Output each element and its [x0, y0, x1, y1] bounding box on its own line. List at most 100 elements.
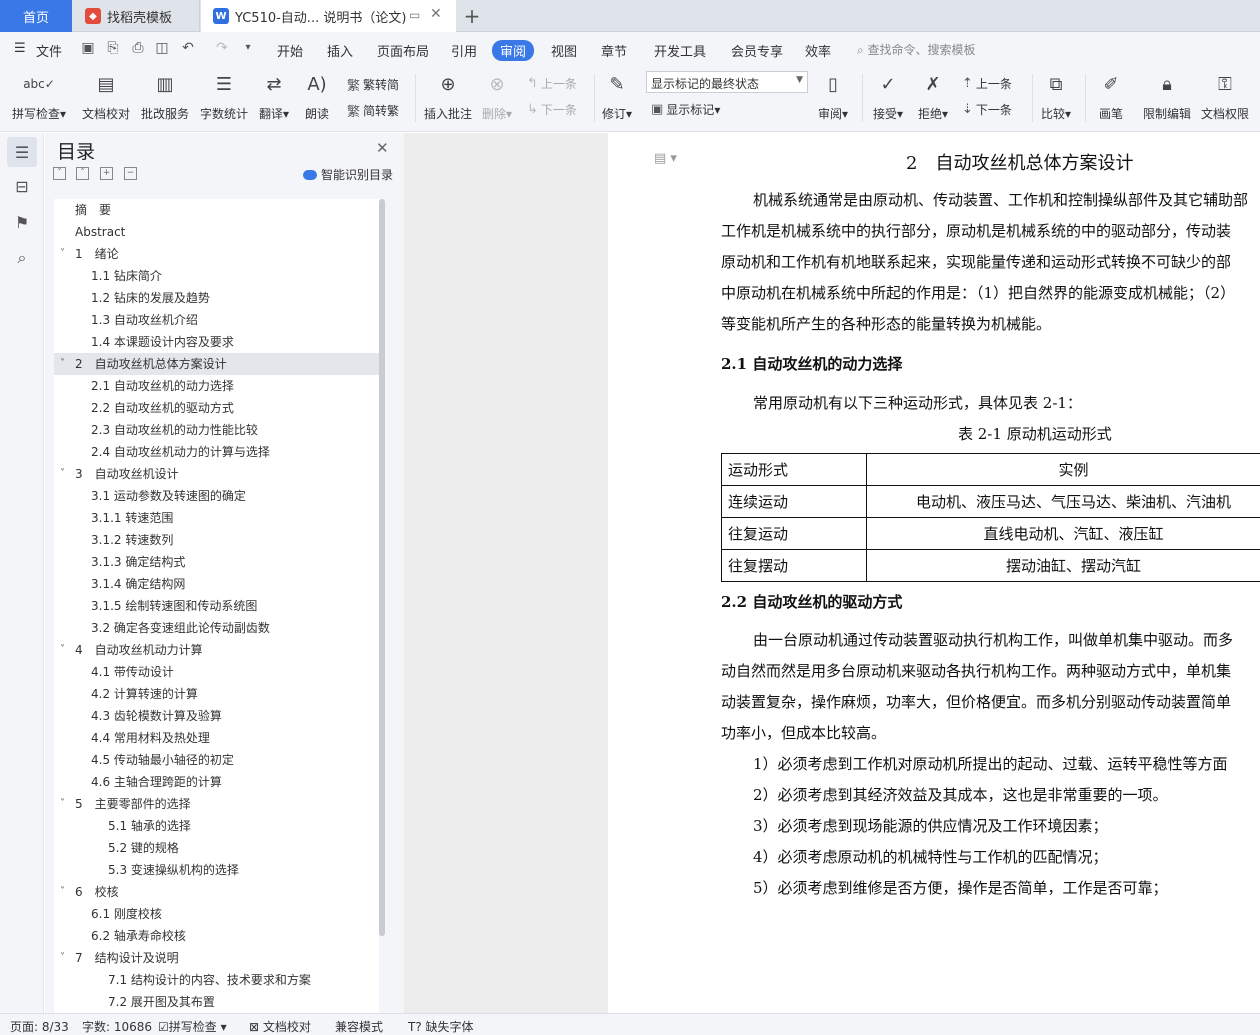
- proofread-button[interactable]: ▤ 文档校对: [82, 70, 130, 128]
- toc-item[interactable]: 5.2 键的规格: [54, 837, 379, 859]
- chevron-down-icon[interactable]: ˅: [60, 463, 65, 485]
- page-indicator[interactable]: 页面: 8/33: [10, 1018, 69, 1035]
- spell-check-button[interactable]: abc✓ 拼写检查▾: [12, 70, 66, 128]
- prev-change-button[interactable]: ⇡ 上一条: [962, 75, 1012, 92]
- tab-template[interactable]: ◆ 找稻壳模板: [73, 0, 200, 32]
- status-spell-check[interactable]: ☑拼写检查 ▾: [158, 1018, 227, 1035]
- missing-font[interactable]: T? 缺失字体: [408, 1018, 474, 1035]
- hamburger-icon[interactable]: ☰: [14, 41, 26, 56]
- toc-item[interactable]: 6.2 轴承寿命校核: [54, 925, 379, 947]
- toc-item[interactable]: ˅ 7 结构设计及说明: [54, 947, 379, 969]
- toc-item[interactable]: 4.3 齿轮模数计算及验算: [54, 705, 379, 727]
- delete-comment-button[interactable]: ⊗ 删除▾: [482, 70, 512, 128]
- menu-start[interactable]: 开始: [277, 41, 303, 60]
- toc-item[interactable]: 7.1 结构设计的内容、技术要求和方案: [54, 969, 379, 991]
- new-tab-button[interactable]: +: [460, 0, 484, 32]
- menu-member[interactable]: 会员专享: [731, 41, 783, 60]
- toc-item[interactable]: 3.1.2 转速数列: [54, 529, 379, 551]
- trad-to-simp-button[interactable]: 繁繁转简: [347, 75, 399, 94]
- toc-item[interactable]: ˅ 6 校核: [54, 881, 379, 903]
- translate-button[interactable]: ⇄ 翻译▾: [259, 70, 289, 128]
- document-page[interactable]: ▤ ▾ 2 自动攻丝机总体方案设计 机械系统通常是由原动机、传动装置、工作机和控…: [608, 133, 1260, 1013]
- toc-item[interactable]: ˅ 1 绪论: [54, 243, 379, 265]
- toc-item[interactable]: 2.1 自动攻丝机的动力选择: [54, 375, 379, 397]
- bookmark-icon[interactable]: ⚑: [7, 207, 37, 237]
- toc-item[interactable]: 3.1.1 转速范围: [54, 507, 379, 529]
- save-icon[interactable]: ▣: [80, 40, 96, 56]
- command-search[interactable]: ⌕ 查找命令、搜索模板: [857, 41, 976, 58]
- expand-up-icon[interactable]: ˄: [76, 167, 89, 180]
- accept-button[interactable]: ✓ 接受▾: [873, 70, 903, 128]
- next-change-button[interactable]: ⇣ 下一条: [962, 101, 1012, 118]
- preview-icon[interactable]: ◫: [154, 40, 170, 56]
- redo-icon[interactable]: ↷: [214, 40, 230, 56]
- simp-to-trad-button[interactable]: 繁简转繁: [347, 101, 399, 120]
- word-count-button[interactable]: ☰ 字数统计: [200, 70, 248, 128]
- prev-comment-button[interactable]: ↰ 上一条: [527, 75, 577, 92]
- toc-item[interactable]: 1.4 本课题设计内容及要求: [54, 331, 379, 353]
- menu-insert[interactable]: 插入: [327, 41, 353, 60]
- menu-efficiency[interactable]: 效率: [805, 41, 831, 60]
- toc-item[interactable]: 6.1 刚度校核: [54, 903, 379, 925]
- toc-item[interactable]: 3.2 确定各变速组此论传动副齿数: [54, 617, 379, 639]
- toc-item[interactable]: 7.2 展开图及其布置: [54, 991, 379, 1013]
- menu-review[interactable]: 审阅: [492, 40, 535, 61]
- chevron-down-icon[interactable]: ˅: [60, 639, 65, 661]
- more-icon[interactable]: ▾: [240, 40, 256, 56]
- close-icon[interactable]: ✕: [376, 139, 389, 157]
- toc-item[interactable]: 4.2 计算转速的计算: [54, 683, 379, 705]
- menu-chapter[interactable]: 章节: [601, 41, 627, 60]
- status-proofread[interactable]: ⊠ 文档校对: [249, 1018, 311, 1035]
- toc-item[interactable]: 4.4 常用材料及热处理: [54, 727, 379, 749]
- remove-level-icon[interactable]: −: [124, 167, 137, 180]
- toc-item[interactable]: ˅ 4 自动攻丝机动力计算: [54, 639, 379, 661]
- toc-item[interactable]: 1.2 钻床的发展及趋势: [54, 287, 379, 309]
- add-level-icon[interactable]: +: [100, 167, 113, 180]
- toc-item[interactable]: ˅ 2 自动攻丝机总体方案设计: [54, 353, 379, 375]
- toc-panel-icon[interactable]: ☰: [7, 137, 37, 167]
- menu-file[interactable]: 文件: [36, 41, 62, 60]
- toc-scrollbar[interactable]: [379, 199, 385, 936]
- show-markup-button[interactable]: ▣ 显示标记 ▾: [651, 101, 720, 118]
- toc-item[interactable]: 5.3 变速操纵机构的选择: [54, 859, 379, 881]
- next-comment-button[interactable]: ↳ 下一条: [527, 101, 577, 118]
- review-pane-button[interactable]: ▯ 审阅▾: [818, 70, 848, 128]
- toc-item[interactable]: 4.6 主轴合理跨距的计算: [54, 771, 379, 793]
- toc-item[interactable]: 4.1 带传动设计: [54, 661, 379, 683]
- track-changes-button[interactable]: ✎ 修订▾: [602, 70, 632, 128]
- markup-state-select[interactable]: 显示标记的最终状态 ▼: [646, 71, 808, 93]
- toc-item[interactable]: 3.1.3 确定结构式: [54, 551, 379, 573]
- toc-item[interactable]: 1.3 自动攻丝机介绍: [54, 309, 379, 331]
- toc-item[interactable]: 3.1.5 绘制转速图和传动系统图: [54, 595, 379, 617]
- collapse-all-icon[interactable]: ˅: [53, 167, 66, 180]
- toc-item[interactable]: 2.3 自动攻丝机的动力性能比较: [54, 419, 379, 441]
- toc-item[interactable]: 5.1 轴承的选择: [54, 815, 379, 837]
- insert-comment-button[interactable]: ⊕ 插入批注: [424, 70, 472, 128]
- undo-icon[interactable]: ↶: [180, 40, 196, 56]
- toc-item[interactable]: ˅ 5 主要零部件的选择: [54, 793, 379, 815]
- batch-service-button[interactable]: ▥ 批改服务: [141, 70, 189, 128]
- toc-item[interactable]: 1.1 钻床简介: [54, 265, 379, 287]
- word-count-indicator[interactable]: 字数: 10686: [82, 1018, 152, 1035]
- chevron-down-icon[interactable]: ˅: [60, 243, 65, 265]
- toc-item[interactable]: 3.1 运动参数及转速图的确定: [54, 485, 379, 507]
- toc-item[interactable]: 2.2 自动攻丝机的驱动方式: [54, 397, 379, 419]
- chevron-down-icon[interactable]: ˅: [60, 881, 65, 903]
- toc-item[interactable]: ˅ 3 自动攻丝机设计: [54, 463, 379, 485]
- chevron-down-icon[interactable]: ˅: [60, 353, 65, 375]
- close-tab-icon[interactable]: ✕: [430, 6, 442, 22]
- search-panel-icon[interactable]: ⌕: [7, 243, 37, 273]
- doc-permission-button[interactable]: ⚿ 文档权限: [1201, 70, 1249, 128]
- reject-button[interactable]: ✗ 拒绝▾: [918, 70, 948, 128]
- toc-item[interactable]: 2.4 自动攻丝机动力的计算与选择: [54, 441, 379, 463]
- print-icon[interactable]: ⎙: [130, 40, 146, 56]
- smart-toc-button[interactable]: 智能识别目录: [303, 166, 393, 183]
- screen-icon[interactable]: ▭: [409, 8, 420, 22]
- menu-reference[interactable]: 引用: [451, 41, 477, 60]
- tab-document[interactable]: W YC510-自动... 说明书（论文) ▭ ✕: [201, 0, 456, 32]
- toc-item[interactable]: Abstract: [54, 221, 379, 243]
- tab-home[interactable]: 首页: [0, 0, 72, 32]
- toc-item[interactable]: 4.5 传动轴最小轴径的初定: [54, 749, 379, 771]
- chevron-down-icon[interactable]: ˅: [60, 947, 65, 969]
- export-icon[interactable]: ⎘: [105, 40, 121, 56]
